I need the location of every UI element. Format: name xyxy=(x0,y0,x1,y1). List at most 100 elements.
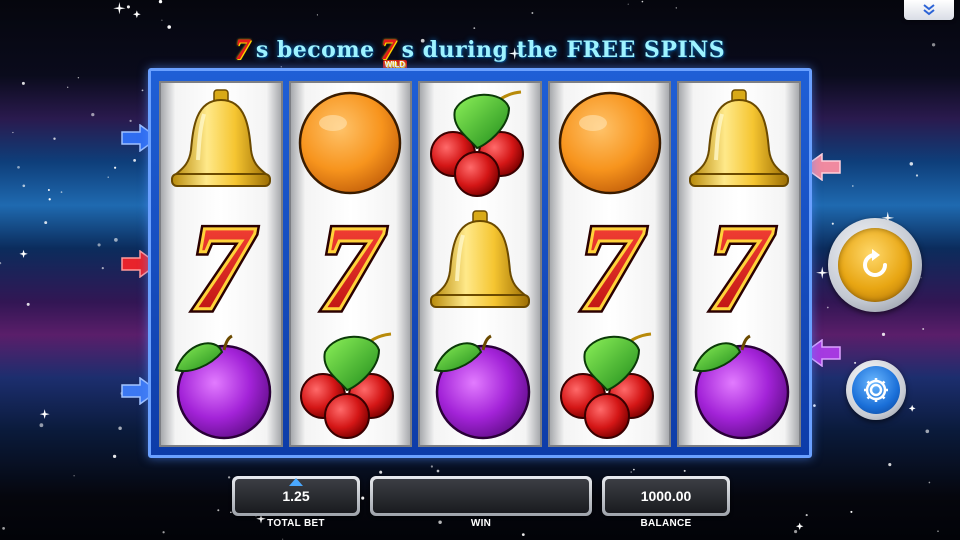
star xyxy=(316,14,318,16)
star xyxy=(67,86,69,88)
balance-value: 1000.00 xyxy=(605,479,727,513)
banner-seven-symbol: 7 xyxy=(234,33,250,66)
star xyxy=(641,0,644,3)
star xyxy=(161,19,163,21)
star xyxy=(44,221,48,225)
star xyxy=(379,470,383,474)
star xyxy=(430,465,434,468)
win-panel xyxy=(370,476,592,516)
reel-3 xyxy=(418,81,542,447)
cherry-symbol-icon xyxy=(300,332,395,439)
reel-cell-plum xyxy=(162,326,280,444)
star xyxy=(21,81,25,85)
star xyxy=(101,267,104,270)
star xyxy=(909,162,914,166)
seven-symbol-icon: 7 7 xyxy=(186,197,260,340)
reel-cell-orange xyxy=(291,84,409,202)
seven-symbol-icon: 7 7 xyxy=(316,197,390,340)
balance-label: BALANCE xyxy=(640,518,692,529)
reel-cell-bell xyxy=(421,205,539,323)
bell-symbol-icon xyxy=(429,210,530,308)
settings-button[interactable] xyxy=(846,360,906,420)
collapse-menu-button[interactable] xyxy=(904,0,954,20)
star xyxy=(521,533,525,536)
star xyxy=(920,277,922,279)
star xyxy=(48,198,51,201)
star xyxy=(851,185,854,187)
star xyxy=(60,191,63,193)
star xyxy=(53,137,56,140)
seven-symbol-icon: 7 7 xyxy=(575,197,649,340)
svg-text:7: 7 xyxy=(709,201,775,336)
spin-button[interactable] xyxy=(828,218,922,312)
star xyxy=(473,27,476,29)
star xyxy=(114,166,117,169)
star xyxy=(531,12,534,14)
star xyxy=(107,176,109,178)
cherry-symbol-icon xyxy=(429,90,524,198)
orange-symbol-icon xyxy=(299,92,402,195)
gear-icon xyxy=(864,378,888,402)
star xyxy=(0,261,2,265)
star xyxy=(17,165,20,169)
star xyxy=(133,159,137,162)
balance-panel: 1000.00 xyxy=(602,476,730,516)
star xyxy=(47,189,50,191)
win-value xyxy=(373,479,589,513)
svg-text:7: 7 xyxy=(320,201,386,336)
banner-text-part-2: s during the FREE SPINS xyxy=(401,37,726,63)
star xyxy=(937,530,939,533)
star xyxy=(826,306,829,309)
star xyxy=(22,184,26,188)
reel-cell-plum xyxy=(421,326,539,444)
bet-increase-arrow[interactable] xyxy=(289,478,303,486)
sparkle xyxy=(795,522,804,531)
star xyxy=(831,222,834,225)
bell-symbol-icon xyxy=(170,89,271,188)
seven-symbol-icon: 7 7 xyxy=(705,197,779,340)
sparkle xyxy=(816,266,829,279)
star xyxy=(633,468,635,471)
star xyxy=(850,510,853,513)
star xyxy=(12,131,14,134)
reel-cell-orange xyxy=(551,84,669,202)
reel-cell-seven: 7 7 xyxy=(680,197,798,340)
reel-cell-cherry xyxy=(551,326,669,444)
star xyxy=(112,454,117,459)
reel-cell-bell xyxy=(680,84,798,202)
star xyxy=(630,471,632,473)
settings-button-face xyxy=(852,366,900,414)
star xyxy=(888,463,892,467)
reel-4: 7 7 xyxy=(547,81,672,447)
star xyxy=(813,404,816,407)
bell-symbol-icon xyxy=(689,89,790,188)
svg-text:7: 7 xyxy=(579,201,645,336)
star xyxy=(141,89,144,92)
reel-frame: 7 7 7 7 7 7 7 7 xyxy=(148,68,812,458)
plum-symbol-icon xyxy=(174,334,272,439)
star xyxy=(255,515,257,518)
star xyxy=(794,530,798,534)
chevron-double-down-icon xyxy=(923,4,935,16)
star xyxy=(118,426,122,431)
refresh-icon xyxy=(863,249,887,277)
sparkle xyxy=(132,10,141,19)
win-label: WIN xyxy=(470,518,492,529)
sparkle xyxy=(19,249,28,259)
reel-cell-seven: 7 7 xyxy=(291,197,409,340)
star xyxy=(854,361,857,364)
star xyxy=(73,475,75,477)
star xyxy=(925,429,930,434)
banner-text-part-1: s become xyxy=(255,37,375,63)
reel-2: 7 7 xyxy=(288,81,413,447)
star xyxy=(436,469,440,473)
star xyxy=(928,481,931,484)
sparkle xyxy=(113,2,126,15)
plum-symbol-icon xyxy=(433,334,531,439)
orange-symbol-icon xyxy=(558,92,661,195)
star xyxy=(915,174,919,177)
star xyxy=(675,7,677,9)
star xyxy=(683,469,686,472)
reel-cell-plum xyxy=(680,326,798,444)
banner-wild-seven-symbol: 7 WILD xyxy=(381,33,408,69)
